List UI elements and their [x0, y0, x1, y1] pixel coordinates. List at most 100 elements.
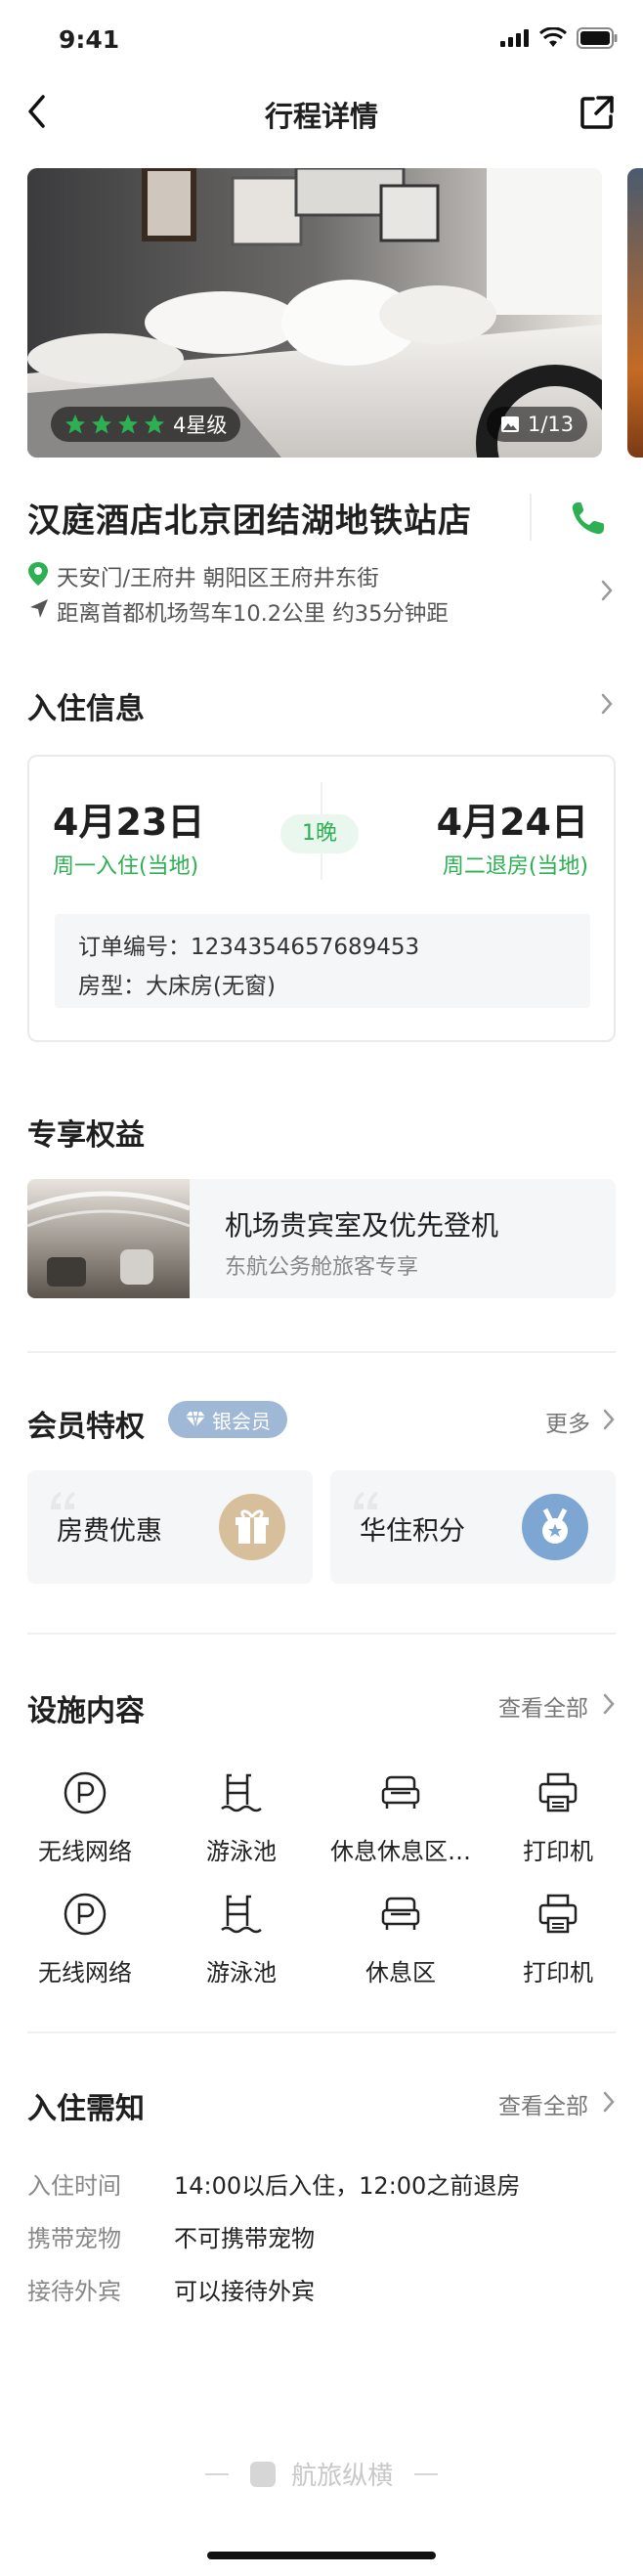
section-divider	[27, 2031, 616, 2033]
chevron-right-icon[interactable]	[602, 2090, 616, 2114]
chevron-right-icon[interactable]	[600, 692, 614, 716]
wifi-icon	[539, 27, 567, 47]
quote-mark-icon	[51, 1492, 74, 1509]
section-divider	[27, 1351, 616, 1353]
pool-icon	[221, 1895, 262, 1934]
facility-item: 休息区	[321, 1891, 481, 1987]
facility-item: 打印机	[478, 1769, 638, 1866]
facility-label: 游泳池	[206, 1838, 277, 1865]
star-icon	[145, 415, 164, 434]
membership-more-link[interactable]: 更多	[545, 1405, 590, 1438]
brand-name: 航旅纵横	[291, 2462, 394, 2491]
facility-label: 游泳池	[206, 1959, 277, 1987]
membership-section-title: 会员特权	[27, 1410, 145, 1444]
rating-label: 4星级	[173, 414, 228, 437]
facility-item: 打印机	[478, 1891, 638, 1987]
share-icon[interactable]	[579, 94, 616, 131]
room-type: 房型：大床房(无窗)	[78, 974, 276, 999]
medal-icon	[522, 1494, 588, 1560]
signal-icon	[500, 29, 529, 47]
parking-icon	[64, 1771, 107, 1814]
notice-key: 入住时间	[27, 2172, 121, 2200]
photo-counter-pill: 1/13	[487, 407, 588, 442]
benefit-subtitle: 东航公务舱旅客专享	[225, 1255, 419, 1280]
facility-item: 休息休息区…	[321, 1769, 481, 1866]
home-indicator[interactable]	[207, 2552, 436, 2559]
page-title: 行程详情	[264, 100, 378, 133]
photo-counter: 1/13	[528, 413, 575, 436]
section-divider	[27, 1633, 616, 1635]
diamond-icon	[186, 1411, 205, 1428]
points-label: 华住积分	[360, 1516, 465, 1547]
hotel-location: 天安门/王府井 朝阳区王府井东街	[57, 566, 379, 591]
status-time: 9:41	[59, 25, 120, 54]
room-discount-label: 房费优惠	[57, 1516, 162, 1547]
navigation-arrow-icon	[30, 599, 48, 618]
checkout-day: 周二退房(当地)	[442, 854, 588, 879]
facility-item: 无线网络	[5, 1891, 165, 1987]
facility-item: 游泳池	[161, 1769, 322, 1866]
facility-label: 休息休息区…	[330, 1838, 471, 1865]
battery-icon	[577, 27, 618, 49]
parking-icon	[64, 1893, 107, 1936]
facility-label: 打印机	[523, 1838, 593, 1865]
benefit-title: 机场贵宾室及优先登机	[225, 1209, 499, 1242]
benefits-section-title: 专享权益	[27, 1118, 145, 1153]
status-bar: 9:41	[0, 0, 643, 78]
notice-view-all[interactable]: 查看全部	[498, 2087, 588, 2120]
facility-label: 休息区	[365, 1959, 436, 1987]
image-icon	[501, 416, 519, 432]
checkin-date: 4月23日	[53, 801, 205, 844]
star-rating	[64, 414, 165, 435]
order-details: 订单编号：1234354657689453 房型：大床房(无窗)	[55, 914, 590, 1008]
chevron-right-icon[interactable]	[600, 579, 614, 602]
notice-section-title: 入住需知	[27, 2092, 145, 2126]
quote-mark-icon	[354, 1492, 377, 1509]
facility-item: 无线网络	[5, 1769, 165, 1866]
navigation-bar: 行程详情	[0, 78, 643, 147]
facilities-section-title: 设施内容	[27, 1694, 145, 1728]
room-discount-card[interactable]: 房费优惠	[27, 1470, 313, 1584]
order-number: 订单编号：1234354657689453	[78, 935, 420, 960]
notice-key: 接待外宾	[27, 2278, 121, 2305]
star-icon	[92, 415, 111, 434]
notice-value: 14:00以后入住，12:00之前退房	[174, 2172, 521, 2200]
hotel-photo[interactable]: 4星级 1/13	[27, 168, 602, 458]
lounge-photo-image	[27, 1179, 190, 1298]
membership-badge: 银会员	[168, 1401, 287, 1438]
benefit-card[interactable]: 机场贵宾室及优先登机 东航公务舱旅客专享	[27, 1179, 616, 1298]
next-hotel-photo[interactable]	[627, 168, 643, 458]
divider	[530, 494, 532, 541]
location-pin-icon	[28, 562, 48, 586]
facility-label: 无线网络	[38, 1838, 132, 1865]
checkin-day: 周一入住(当地)	[53, 854, 199, 879]
hotel-name: 汉庭酒店北京团结湖地铁站店	[27, 502, 472, 541]
notice-value: 可以接待外宾	[174, 2278, 315, 2305]
points-card[interactable]: 华住积分	[330, 1470, 616, 1584]
membership-level: 银会员	[212, 1409, 271, 1433]
chevron-right-icon[interactable]	[602, 1692, 616, 1716]
printer-icon	[538, 1772, 578, 1812]
star-icon	[118, 415, 138, 434]
rating-pill: 4星级	[51, 407, 241, 442]
airport-distance: 距离首都机场驾车10.2公里 约35分钟距	[57, 601, 449, 627]
pool-icon	[221, 1773, 262, 1812]
gift-icon	[219, 1494, 285, 1560]
checkin-section-title: 入住信息	[27, 692, 145, 726]
facilities-view-all[interactable]: 查看全部	[498, 1689, 588, 1723]
phone-icon[interactable]	[569, 499, 608, 538]
checkout-date: 4月24日	[436, 801, 588, 844]
nights-badge: 1晚	[280, 814, 359, 853]
star-icon	[65, 415, 85, 434]
facility-item: 游泳池	[161, 1891, 322, 1987]
facility-label: 无线网络	[38, 1959, 132, 1987]
notice-value: 不可携带宠物	[174, 2225, 315, 2252]
sofa-icon	[381, 1775, 420, 1809]
sofa-icon	[381, 1897, 420, 1930]
printer-icon	[538, 1894, 578, 1934]
brand-logo-icon	[249, 2461, 276, 2487]
chevron-right-icon[interactable]	[602, 1408, 616, 1431]
notice-key: 携带宠物	[27, 2225, 121, 2252]
footer-brand: 航旅纵横	[0, 2456, 643, 2492]
facility-label: 打印机	[523, 1959, 593, 1987]
